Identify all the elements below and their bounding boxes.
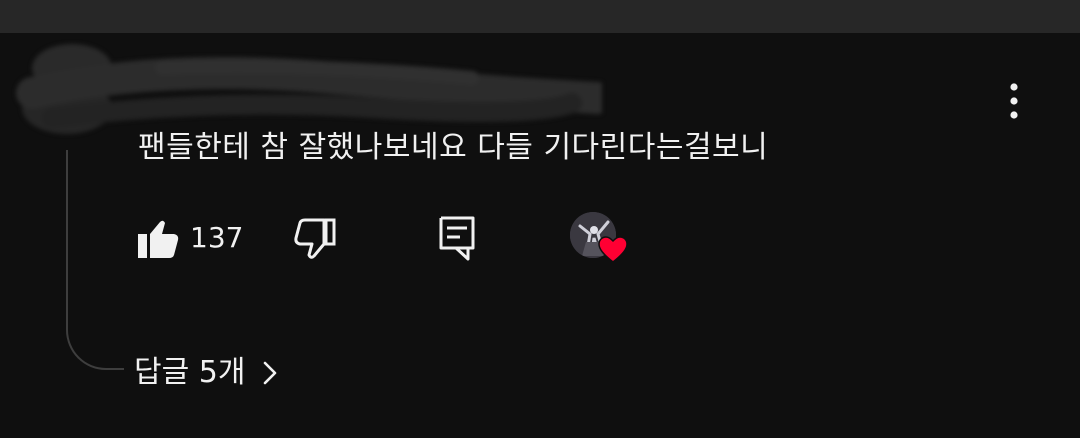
comment-icon[interactable] [432, 212, 482, 262]
top-bar [0, 0, 1080, 33]
redacted-author-scribble [16, 44, 602, 134]
thumb-up-icon[interactable] [134, 214, 184, 264]
comment-text: 팬들한테 참 잘했나보네요 다들 기다린다는걸보니 [138, 130, 769, 165]
like-count: 137 [190, 221, 244, 254]
comment-action-bar: 137 [0, 210, 1080, 266]
replies-label: 답글 5개 [134, 355, 246, 390]
chevron-right-icon [264, 361, 277, 385]
thumb-down-icon[interactable] [290, 214, 340, 264]
heart-icon [598, 236, 628, 263]
more-vertical-icon[interactable] [996, 80, 1032, 122]
creator-heart-badge [570, 212, 632, 268]
view-replies-button[interactable]: 답글 5개 [134, 350, 281, 396]
